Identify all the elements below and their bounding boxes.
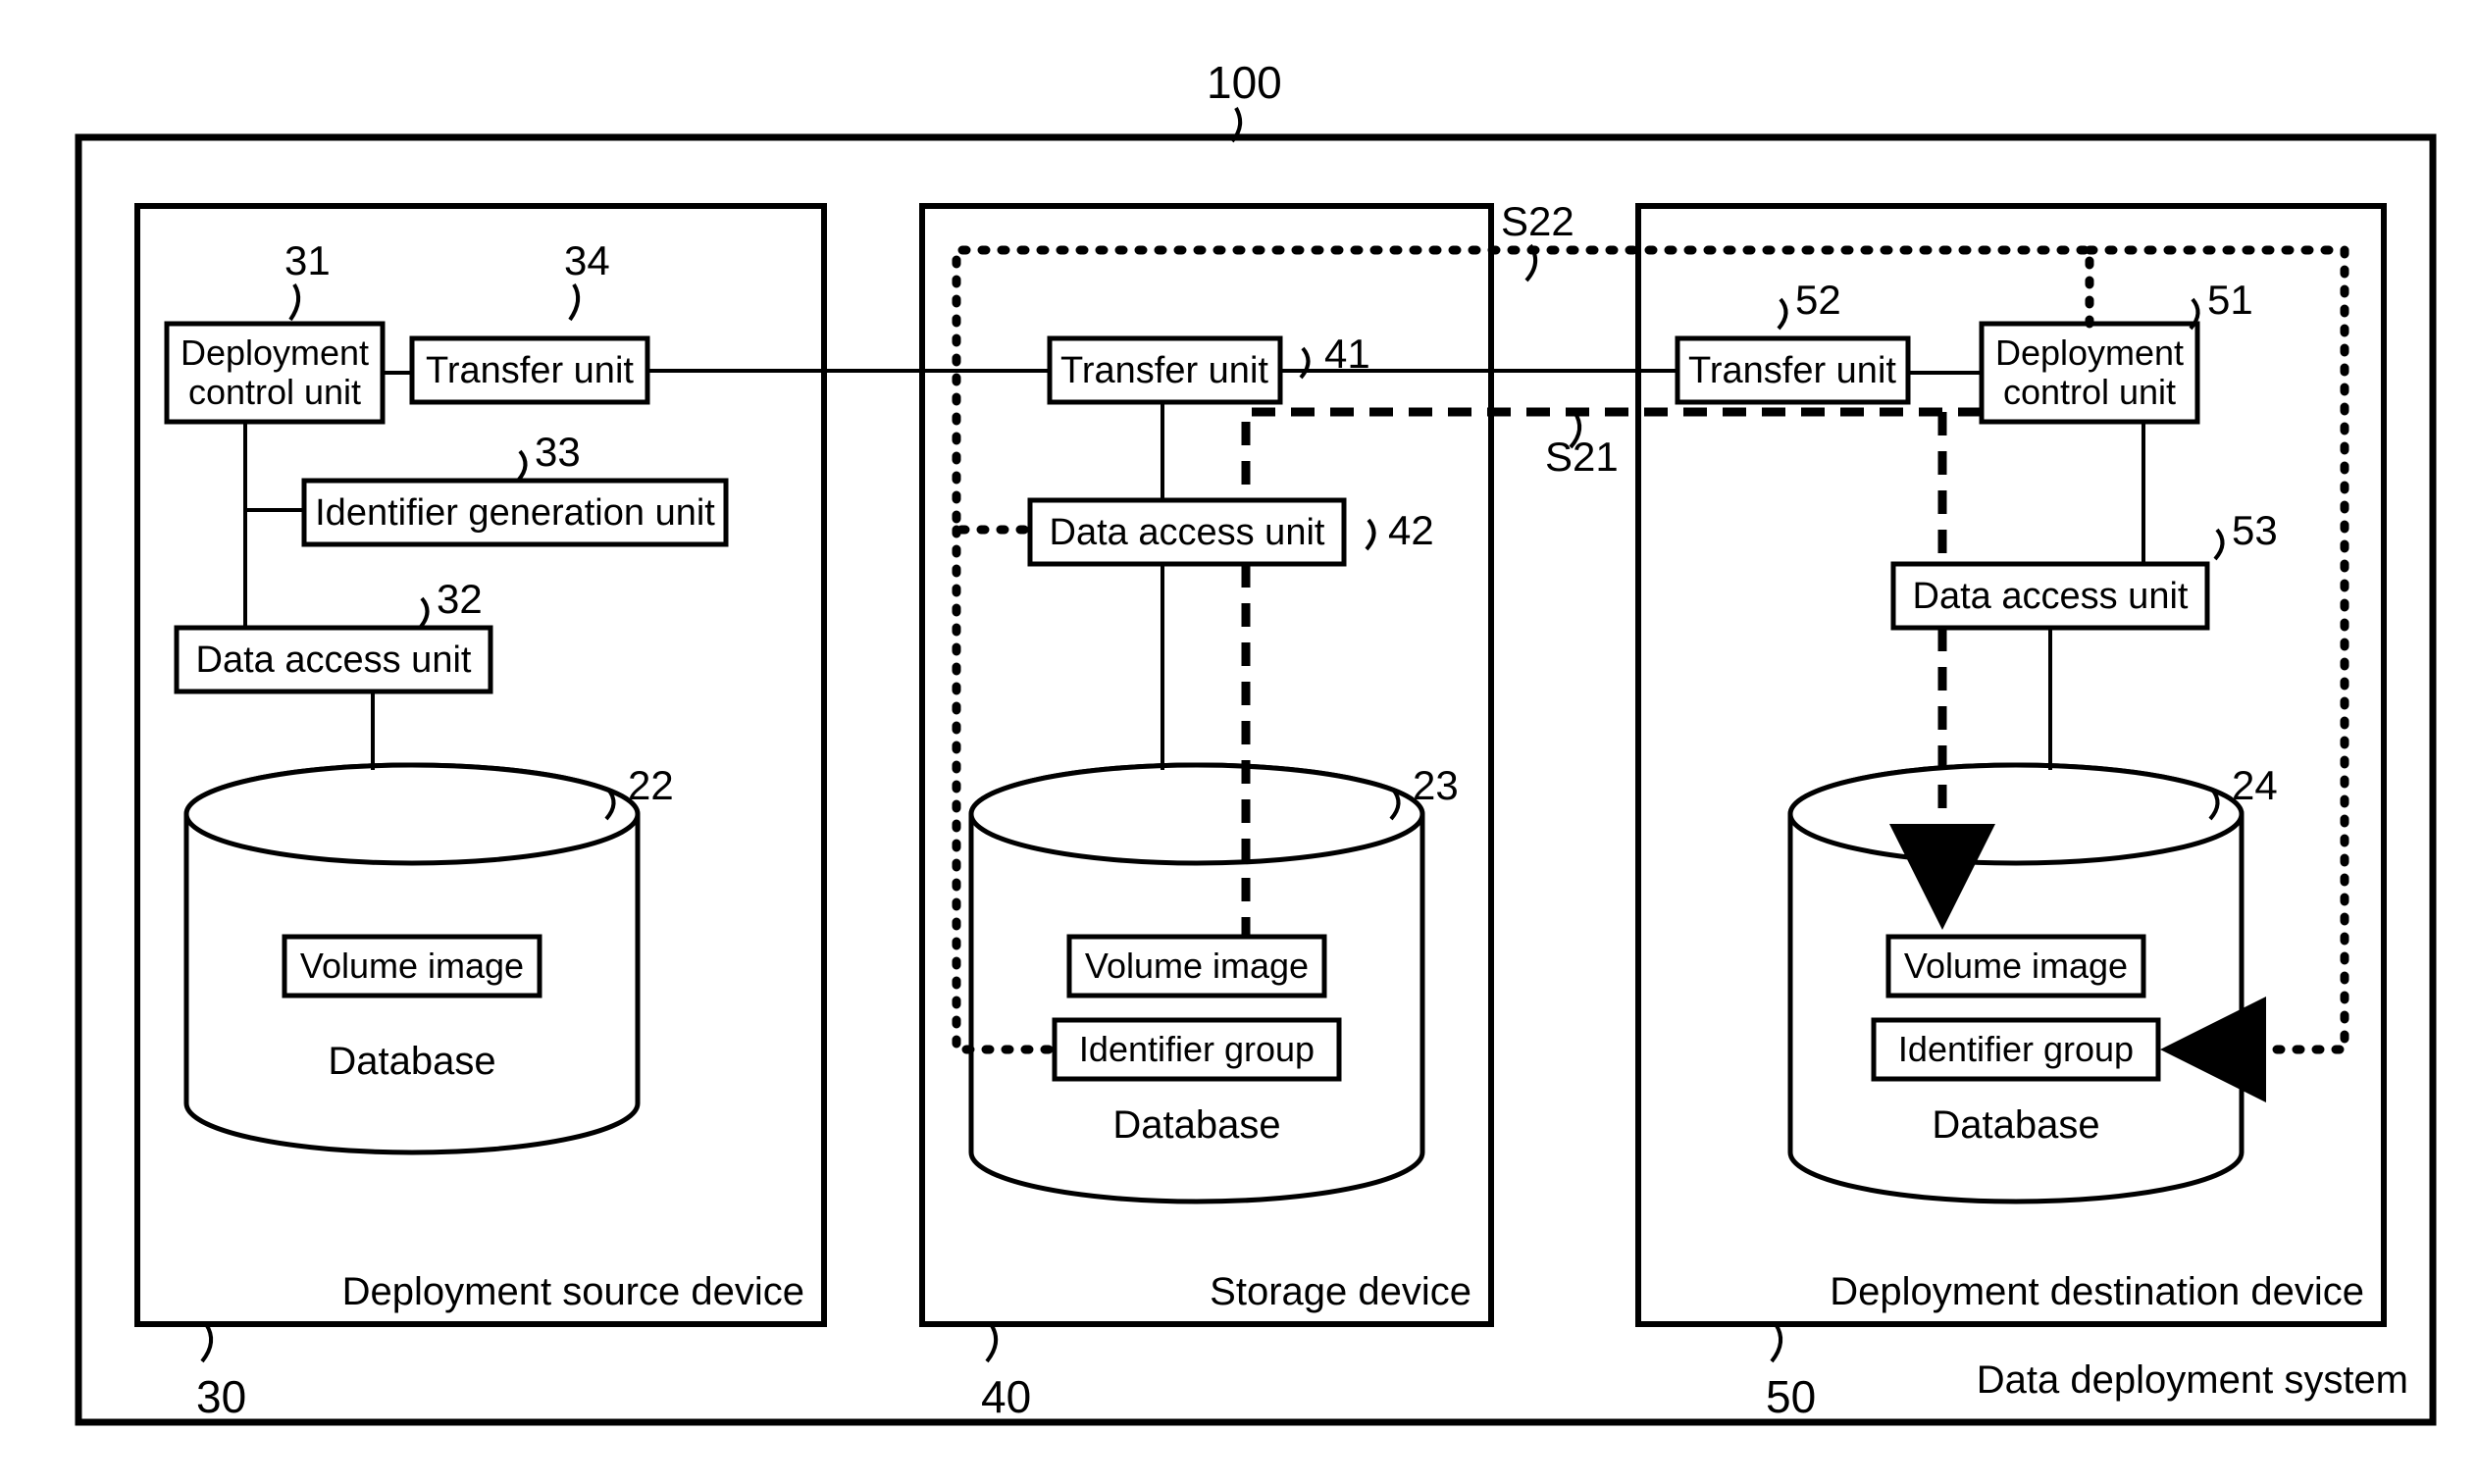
dst-db-idgroup: Identifier group [1898,1029,2134,1069]
stg-db: Volume image Identifier group Database 2… [971,762,1459,1202]
stg-db-volume: Volume image [1085,946,1309,986]
ref-53: 53 [2232,507,2278,553]
ref-50: 50 [1766,1371,1816,1422]
src-deploy-ctrl-l2: control unit [188,372,361,412]
src-data-access-label: Data access unit [196,640,472,681]
ref-40: 40 [981,1371,1031,1422]
system-title: Data deployment system [1977,1358,2408,1402]
dest-title: Deployment destination device [1830,1270,2364,1313]
ref-23: 23 [1413,762,1459,808]
ref-34: 34 [564,237,610,283]
storage-title: Storage device [1210,1270,1471,1313]
dst-db-label: Database [1932,1103,2099,1147]
dst-deploy-ctrl-l2: control unit [2003,372,2176,412]
src-db: Volume image Database 22 [186,762,674,1152]
ref-32: 32 [437,576,483,622]
dst-data-access-label: Data access unit [1913,576,2189,617]
diagram: Data deployment system 100 Deployment so… [0,0,2477,1484]
src-db-volume: Volume image [300,946,524,986]
src-idgen-label: Identifier generation unit [315,492,715,534]
dst-transfer-label: Transfer unit [1688,350,1896,391]
dst-db-volume: Volume image [1904,946,2128,986]
ref-51: 51 [2207,277,2253,323]
stg-transfer-label: Transfer unit [1060,350,1268,391]
src-deploy-ctrl-l1: Deployment [181,333,369,373]
dest-device: Deployment destination device 50 Transfe… [1638,206,2384,1422]
dst-deploy-ctrl-l1: Deployment [1995,333,2184,373]
ref-31: 31 [284,237,331,283]
src-db-label: Database [328,1040,495,1083]
label-s21: S21 [1545,434,1619,480]
src-transfer-label: Transfer unit [426,350,634,391]
source-title: Deployment source device [342,1270,804,1313]
ref-42: 42 [1388,507,1434,553]
stg-db-label: Database [1112,1103,1280,1147]
label-s22: S22 [1501,198,1574,244]
stg-db-idgroup: Identifier group [1079,1029,1315,1069]
ref-100: 100 [1207,57,1282,108]
ref-33: 33 [535,429,581,475]
ref-22: 22 [628,762,674,808]
storage-device: Storage device 40 Transfer unit 41 Data … [922,206,1491,1422]
ref-30: 30 [196,1371,246,1422]
stg-data-access-label: Data access unit [1050,512,1325,553]
source-device: Deployment source device 30 Deployment c… [137,206,824,1422]
ref-24: 24 [2232,762,2278,808]
dst-db: Volume image Identifier group Database 2… [1790,762,2278,1202]
ref-52: 52 [1795,277,1841,323]
